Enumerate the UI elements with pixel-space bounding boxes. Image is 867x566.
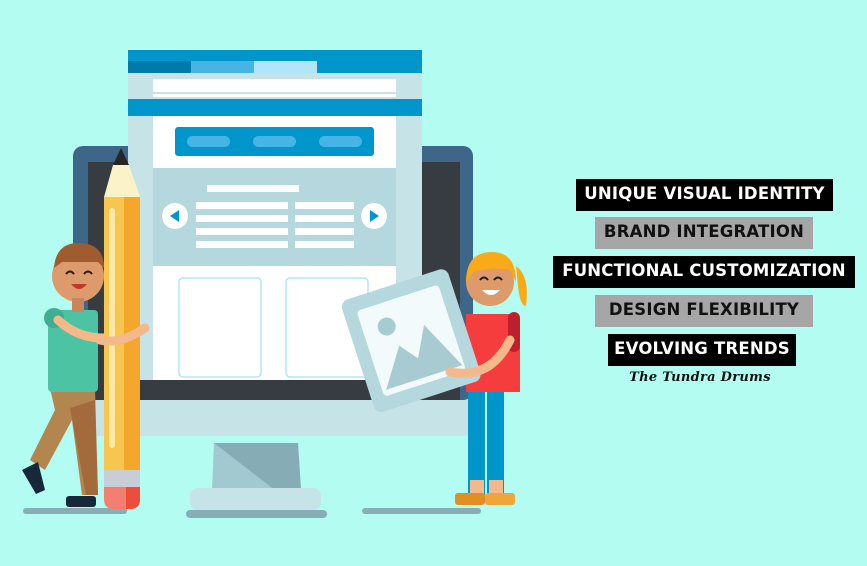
feature-list: UNIQUE VISUAL IDENTITY BRAND INTEGRATION…	[0, 0, 867, 566]
feature-label-brand-integration: BRAND INTEGRATION	[595, 217, 813, 249]
feature-label-design-flexibility: DESIGN FLEXIBILITY	[595, 295, 813, 327]
feature-label-functional-customization: FUNCTIONAL CUSTOMIZATION	[553, 256, 855, 288]
brand-logo-text: The Tundra Drums	[629, 370, 771, 385]
feature-label-unique-visual-identity: UNIQUE VISUAL IDENTITY	[576, 179, 833, 211]
feature-label-evolving-trends: EVOLVING TRENDS	[608, 334, 796, 366]
